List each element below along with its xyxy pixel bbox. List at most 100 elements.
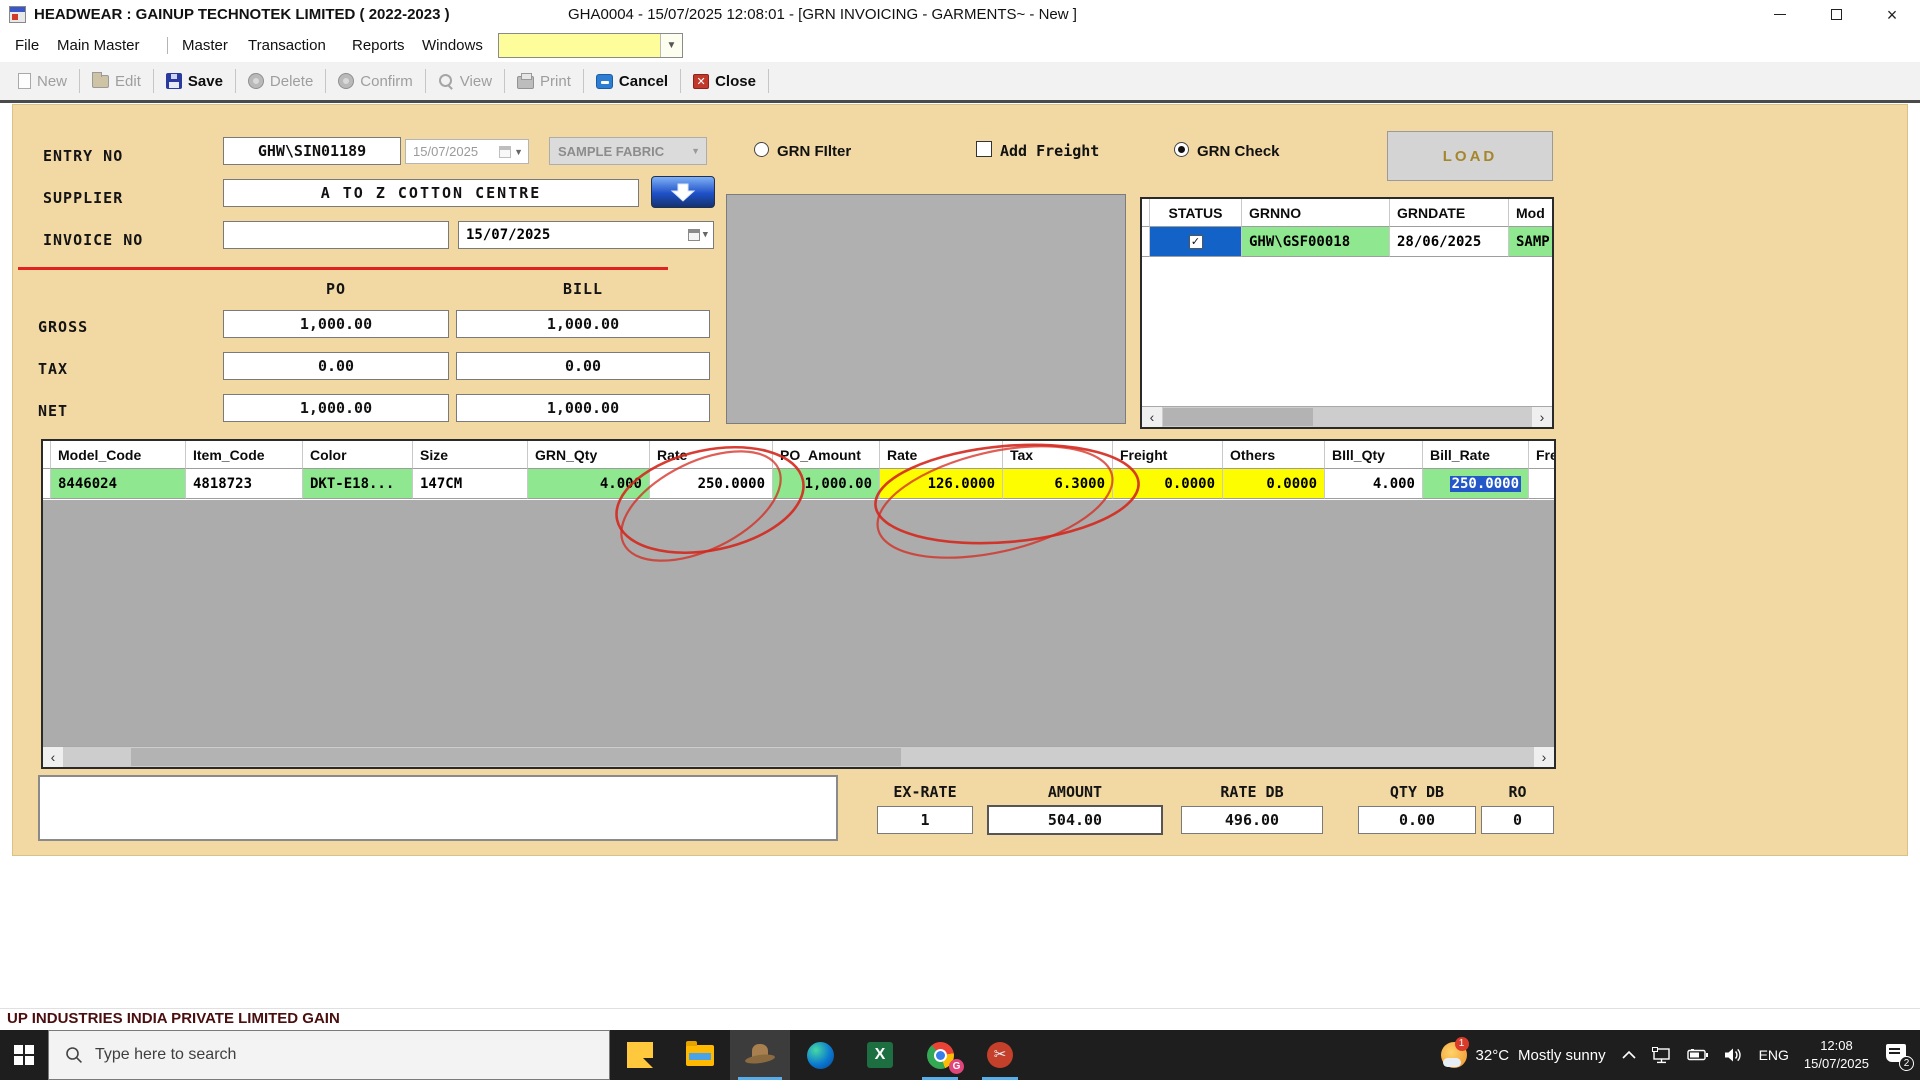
notification-center-icon[interactable]: 2 xyxy=(1884,1044,1910,1066)
file-explorer-icon[interactable] xyxy=(670,1030,730,1080)
grn-grndate-cell[interactable]: 28/06/2025 xyxy=(1390,227,1509,257)
grn-grnno-cell[interactable]: GHW\GSF00018 xyxy=(1242,227,1390,257)
grn-model-cell[interactable]: SAMP xyxy=(1509,227,1552,257)
detail-grid-hscrollbar[interactable]: ‹ › xyxy=(43,746,1554,767)
grn-list-row[interactable]: GHW\GSF00018 28/06/2025 SAMP xyxy=(1142,227,1552,257)
network-icon[interactable] xyxy=(1652,1047,1672,1064)
cell-freight[interactable]: 0.0000 xyxy=(1113,469,1223,499)
entry-no-input[interactable]: GHW\SIN01189 xyxy=(223,137,401,165)
invoice-no-input[interactable] xyxy=(223,221,449,249)
col-freight[interactable]: Freight xyxy=(1113,441,1223,469)
net-po-input[interactable]: 1,000.00 xyxy=(223,394,449,422)
snipping-tool-icon[interactable]: ✂ xyxy=(970,1030,1030,1080)
col-bill-qty[interactable]: BIll_Qty xyxy=(1325,441,1423,469)
start-button[interactable] xyxy=(0,1030,48,1080)
menu-file[interactable]: File xyxy=(15,29,39,62)
ro-input[interactable]: 0 xyxy=(1481,806,1554,834)
menu-transaction[interactable]: Transaction xyxy=(248,29,326,62)
new-button[interactable]: New xyxy=(8,66,77,96)
menu-master[interactable]: Master xyxy=(182,29,228,62)
cell-bill-rate[interactable]: 250.0000 xyxy=(1423,469,1529,499)
cell-model-code[interactable]: 8446024 xyxy=(51,469,186,499)
delete-button[interactable]: Delete xyxy=(238,66,323,96)
clock[interactable]: 12:08 15/07/2025 xyxy=(1804,1037,1869,1072)
scroll-left-icon[interactable]: ‹ xyxy=(1142,407,1162,427)
maximize-button[interactable] xyxy=(1808,0,1864,29)
add-freight-checkbox[interactable] xyxy=(976,141,992,157)
gross-po-input[interactable]: 1,000.00 xyxy=(223,310,449,338)
cell-size[interactable]: 147CM xyxy=(413,469,528,499)
col-others[interactable]: Others xyxy=(1223,441,1325,469)
col-grn-qty[interactable]: GRN_Qty xyxy=(528,441,650,469)
col-tax[interactable]: Tax xyxy=(1003,441,1113,469)
rate-db-input[interactable]: 496.00 xyxy=(1181,806,1323,834)
scroll-right-icon[interactable]: › xyxy=(1534,747,1554,767)
cell-color[interactable]: DKT-E18... xyxy=(303,469,413,499)
cell-fre[interactable] xyxy=(1529,469,1554,499)
chrome-icon[interactable]: G xyxy=(910,1030,970,1080)
cell-rate[interactable]: 250.0000 xyxy=(650,469,773,499)
grn-list-hscrollbar[interactable]: ‹ › xyxy=(1142,406,1552,427)
minimize-button[interactable] xyxy=(1752,0,1808,29)
excel-icon[interactable]: X xyxy=(850,1030,910,1080)
grn-header-status[interactable]: STATUS xyxy=(1150,199,1242,227)
col-bill-rate[interactable]: Bill_Rate xyxy=(1423,441,1529,469)
col-rate[interactable]: Rate xyxy=(650,441,773,469)
load-button[interactable]: LOAD xyxy=(1387,131,1553,181)
cell-item-code[interactable]: 4818723 xyxy=(186,469,303,499)
grn-check-radio[interactable] xyxy=(1174,142,1189,157)
cell-grn-qty[interactable]: 4.000 xyxy=(528,469,650,499)
grn-header-grnno[interactable]: GRNNO xyxy=(1242,199,1390,227)
net-bill-input[interactable]: 1,000.00 xyxy=(456,394,710,422)
cell-po-amount[interactable]: 1,000.00 xyxy=(773,469,880,499)
speaker-icon[interactable] xyxy=(1724,1047,1744,1063)
cell-bill-qty[interactable]: 4.000 xyxy=(1325,469,1423,499)
col-model-code[interactable]: Model_Code xyxy=(51,441,186,469)
grn-header-grndate[interactable]: GRNDATE xyxy=(1390,199,1509,227)
col-po-amount[interactable]: PO_Amount xyxy=(773,441,880,469)
close-form-button[interactable]: ✕Close xyxy=(683,66,766,96)
edit-button[interactable]: Edit xyxy=(82,66,151,96)
view-button[interactable]: View xyxy=(428,66,502,96)
ex-rate-input[interactable]: 1 xyxy=(877,806,973,834)
detail-grid-row[interactable]: 8446024 4818723 DKT-E18... 147CM 4.000 2… xyxy=(43,469,1554,499)
cell-others[interactable]: 0.0000 xyxy=(1223,469,1325,499)
language-indicator[interactable]: ENG xyxy=(1759,1047,1789,1063)
menu-windows[interactable]: Windows xyxy=(422,29,483,62)
scroll-left-icon[interactable]: ‹ xyxy=(43,747,63,767)
supplier-input[interactable]: A TO Z COTTON CENTRE xyxy=(223,179,639,207)
edge-icon[interactable] xyxy=(790,1030,850,1080)
remarks-box[interactable] xyxy=(38,775,838,841)
tax-po-input[interactable]: 0.00 xyxy=(223,352,449,380)
print-button[interactable]: Print xyxy=(507,66,581,96)
tax-bill-input[interactable]: 0.00 xyxy=(456,352,710,380)
scroll-right-icon[interactable]: › xyxy=(1532,407,1552,427)
checked-checkbox-icon[interactable] xyxy=(1189,235,1203,249)
qty-db-input[interactable]: 0.00 xyxy=(1358,806,1476,834)
battery-icon[interactable] xyxy=(1687,1049,1709,1061)
menu-main-master[interactable]: Main Master xyxy=(57,29,140,62)
cell-tax[interactable]: 6.3000 xyxy=(1003,469,1113,499)
headwear-app-icon[interactable] xyxy=(730,1030,790,1080)
weather-widget[interactable]: 1 32°C Mostly sunny xyxy=(1441,1042,1606,1068)
grn-status-cell[interactable] xyxy=(1150,227,1242,257)
taskbar-search[interactable]: Type here to search xyxy=(48,1030,610,1080)
invoice-date-picker[interactable]: 15/07/2025 ▼ xyxy=(458,221,714,249)
quick-select-combo[interactable]: ▼ xyxy=(498,33,683,58)
cancel-button[interactable]: Cancel xyxy=(586,66,678,96)
gross-bill-input[interactable]: 1,000.00 xyxy=(456,310,710,338)
save-button[interactable]: Save xyxy=(156,66,233,96)
tray-chevron-up-icon[interactable] xyxy=(1621,1050,1637,1060)
grn-filter-radio[interactable] xyxy=(754,142,769,157)
grn-header-model[interactable]: Mod xyxy=(1509,199,1552,227)
sticky-notes-icon[interactable] xyxy=(610,1030,670,1080)
supplier-lookup-button[interactable] xyxy=(651,176,715,208)
menu-reports[interactable]: Reports xyxy=(352,29,405,62)
col-bill-rate-calc[interactable]: Rate xyxy=(880,441,1003,469)
cell-bill-rate-calc[interactable]: 126.0000 xyxy=(880,469,1003,499)
col-item-code[interactable]: Item_Code xyxy=(186,441,303,469)
col-fre[interactable]: Fre xyxy=(1529,441,1554,469)
confirm-button[interactable]: Confirm xyxy=(328,66,423,96)
close-button[interactable]: × xyxy=(1864,0,1920,29)
col-color[interactable]: Color xyxy=(303,441,413,469)
